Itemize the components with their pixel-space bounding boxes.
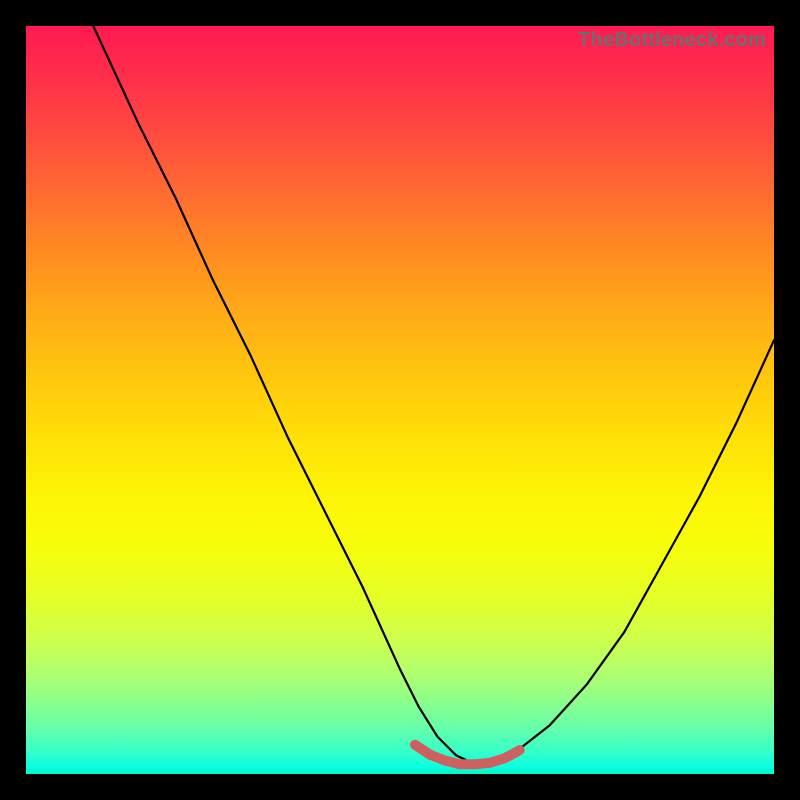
bottleneck-curve	[93, 26, 774, 764]
plot-area: TheBottleneck.com	[26, 26, 774, 774]
chart-frame: TheBottleneck.com	[0, 0, 800, 800]
watermark-text: TheBottleneck.com	[578, 29, 766, 52]
bottom-highlight	[415, 745, 520, 765]
curve-layer	[26, 26, 774, 774]
